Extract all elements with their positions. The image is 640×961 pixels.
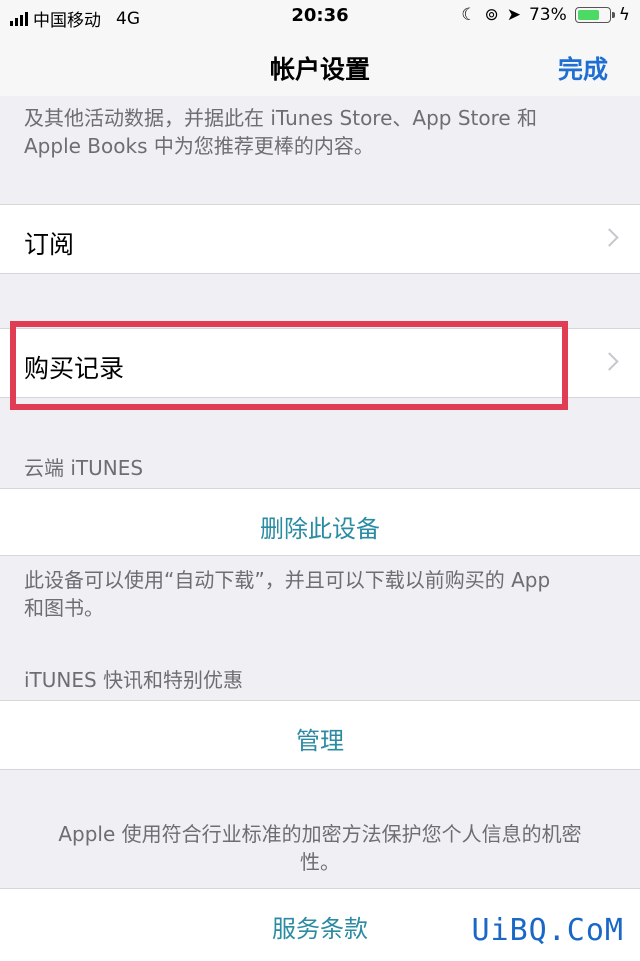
privacy-note: Apple 使用符合行业标准的加密方法保护您个人信息的机密 性。	[30, 820, 610, 876]
manage-row[interactable]: 管理	[0, 700, 640, 770]
done-button[interactable]: 完成	[558, 50, 608, 86]
nav-bar: 帐户设置 完成	[0, 34, 640, 96]
battery-percent: 73%	[528, 5, 567, 25]
privacy-note-line2: 性。	[300, 850, 340, 874]
auto-download-note-line1: 此设备可以使用“自动下载”，并且可以下载以前购买的 App	[24, 568, 551, 592]
chevron-right-icon	[600, 228, 619, 247]
status-bar: 中国移动 4G 20:36 ☾ ⊚ ➤ 73% ϟ	[0, 0, 640, 34]
subscriptions-row[interactable]: 订阅	[0, 204, 640, 274]
battery-icon	[574, 7, 615, 23]
remove-device-button[interactable]: 删除此设备	[0, 509, 640, 544]
battery-fill	[577, 10, 599, 20]
watermark: UiBQ.CoM	[467, 913, 628, 948]
privacy-note-line1: Apple 使用符合行业标准的加密方法保护您个人信息的机密	[58, 822, 582, 846]
status-right: ☾ ⊚ ➤ 73% ϟ	[461, 5, 630, 25]
manage-button[interactable]: 管理	[0, 721, 640, 756]
itunes-cloud-header: 云端 iTUNES	[24, 456, 144, 480]
recommendation-note: 及其他活动数据，并据此在 iTunes Store、App Store 和 Ap…	[24, 104, 616, 160]
auto-download-note: 此设备可以使用“自动下载”，并且可以下载以前购买的 App 和图书。	[24, 566, 616, 622]
location-icon: ➤	[506, 5, 521, 25]
recommendation-note-line1: 及其他活动数据，并据此在 iTunes Store、App Store 和	[24, 106, 538, 130]
highlight-box	[10, 321, 568, 410]
page-title: 帐户设置	[269, 55, 370, 84]
moon-icon: ☾	[461, 5, 477, 25]
auto-download-note-line2: 和图书。	[24, 596, 104, 620]
itunes-news-header: iTUNES 快讯和特别优惠	[24, 668, 244, 692]
orientation-lock-icon: ⊚	[484, 5, 499, 25]
subscriptions-label: 订阅	[24, 230, 75, 259]
chevron-right-icon	[600, 352, 619, 371]
battery-tip	[611, 12, 615, 18]
remove-device-row[interactable]: 删除此设备	[0, 488, 640, 556]
recommendation-note-line2: Apple Books 中为您推荐更棒的内容。	[24, 134, 374, 158]
charging-icon: ϟ	[618, 5, 630, 25]
